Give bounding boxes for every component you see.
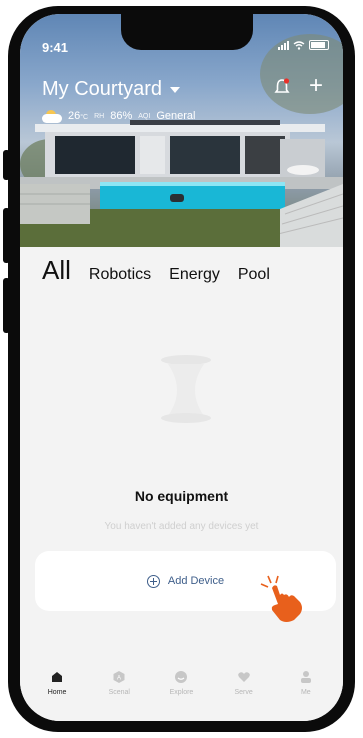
plus-circle-icon (146, 574, 160, 588)
tab-all[interactable]: All (42, 255, 71, 286)
nav-me-label: Me (300, 689, 311, 696)
empty-state-subtitle: You haven't added any devices yet (104, 521, 259, 532)
weather-aqi-value: General (156, 110, 196, 122)
nav-serve[interactable]: Serve (219, 662, 269, 721)
side-button-mute (3, 150, 10, 180)
app-screen: 9:41 My Courtyard + 26°C RH 86% AQI Gene… (20, 14, 343, 721)
wifi-icon (293, 40, 305, 50)
nav-explore[interactable]: Explore (156, 662, 206, 721)
status-icons (278, 40, 329, 50)
category-tabs: All Robotics Energy Pool (20, 255, 343, 286)
explore-icon (175, 671, 188, 683)
side-button-volume-down (3, 278, 10, 333)
phone-notch (121, 14, 253, 50)
nav-scenal[interactable]: A Scenal (94, 662, 144, 721)
tab-pool[interactable]: Pool (238, 266, 270, 284)
nav-home[interactable]: Home (32, 662, 82, 721)
empty-state-title: No equipment (134, 488, 229, 504)
svg-text:A: A (117, 676, 121, 682)
battery-icon (309, 40, 329, 50)
weather-bar: 26°C RH 86% AQI General (42, 110, 196, 123)
notification-bell-icon[interactable] (274, 78, 290, 96)
nav-explore-label: Explore (169, 689, 194, 696)
signal-icon (278, 40, 289, 50)
nav-me[interactable]: Me (281, 662, 331, 721)
side-button-volume-up (3, 208, 10, 263)
user-icon (300, 671, 311, 683)
weather-aqi-label: AQI (138, 112, 151, 120)
nav-scenal-label: Scenal (108, 689, 130, 696)
home-name: My Courtyard (42, 78, 163, 100)
home-icon (52, 672, 63, 682)
nav-home-label: Home (47, 689, 67, 696)
pointing-hand-icon (260, 575, 302, 622)
tab-energy[interactable]: Energy (169, 266, 220, 284)
chevron-down-icon (170, 86, 181, 93)
weather-rh-label: RH (94, 112, 105, 120)
bottom-nav: Home A Scenal Explore Serve Me (20, 662, 343, 721)
nav-serve-label: Serve (234, 689, 253, 696)
heart-icon (237, 672, 250, 682)
add-device-label: Add Device (167, 575, 225, 587)
empty-hourglass-icon (161, 355, 211, 423)
home-selector[interactable]: My Courtyard (42, 78, 181, 101)
status-time: 9:41 (42, 40, 69, 55)
weather-temp: 26 (68, 110, 81, 122)
tab-robotics[interactable]: Robotics (89, 266, 151, 284)
scene-icon: A (113, 671, 125, 683)
partly-cloudy-icon (42, 110, 62, 123)
weather-temp-unit: °C (80, 114, 89, 121)
weather-rh-value: 86% (110, 110, 133, 122)
add-icon[interactable]: + (309, 74, 323, 98)
